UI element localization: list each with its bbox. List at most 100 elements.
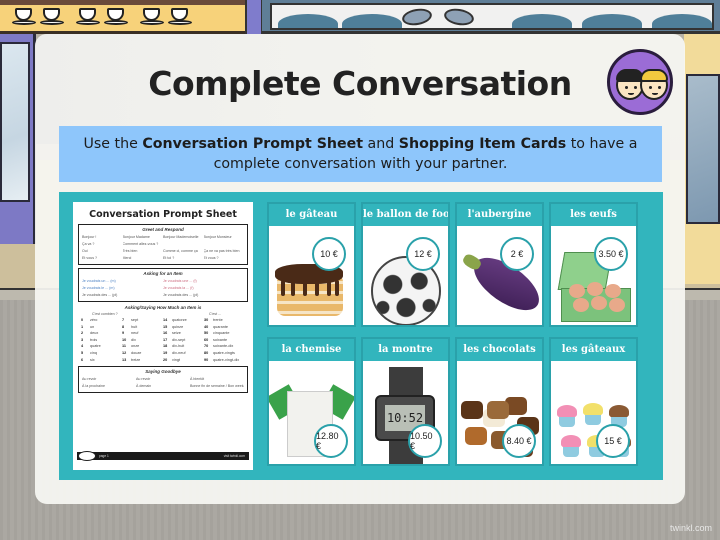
greet-section: Greet and Respond Bonjour ! Bonjour Madam… (78, 224, 248, 265)
teacup-icon (168, 6, 192, 25)
child-face-icon (640, 69, 668, 100)
wave-icon (512, 14, 572, 28)
number-word: 80 quatre-vingts (204, 350, 235, 355)
cake-image (269, 226, 354, 325)
price-tag: 2 € (500, 237, 534, 271)
asking-section: Asking for an Item Je voudrais un ... (m… (78, 268, 248, 302)
aubergine-image (457, 226, 542, 325)
number-word: 1 un (81, 324, 95, 329)
shopping-item-card[interactable]: les gâteaux 15 € (549, 337, 638, 466)
wave-icon (652, 14, 712, 28)
price-tag: 3.50 € (594, 237, 628, 271)
prompt-phrase: Je voudrais le ... (m) (82, 286, 115, 290)
shopping-item-card[interactable]: la chemise 12.80 € (267, 337, 356, 466)
goodbye-section: Saying Goodbye Au revoir Au revoir À bient… (78, 366, 248, 394)
prompt-phrase: Ça ne va pas très bien (203, 249, 240, 253)
number-word: 18 dix-huit (163, 344, 185, 349)
number-word: 40 quarante (204, 324, 228, 329)
price-tag: 10 € (312, 237, 346, 271)
prompt-phrase: Je voudrais un ... (m) (82, 279, 116, 283)
price-tag: 8.40 € (502, 424, 536, 458)
prompt-row: Je voudrais des ... (pl) Je voudrais des … (82, 292, 244, 299)
wave-icon (582, 14, 642, 28)
item-name: le gâteau (269, 204, 354, 226)
numbers-grid: 0 zéro 7 sept 14 quatorze 30 trente 1 un 8 huit 15 qu… (78, 317, 248, 363)
number-word: 10 dix (122, 337, 136, 342)
number-word: 12 douze (122, 350, 142, 355)
prompt-phrase: Bonjour Madame (122, 235, 150, 239)
number-word: 13 treize (122, 357, 141, 362)
number-word: 50 cinquante (204, 331, 230, 336)
prompt-row: Au revoir Au revoir À bientôt (82, 376, 244, 383)
prompt-phrase: À la prochaine (82, 384, 105, 389)
wave-icon (342, 14, 402, 28)
prompt-phrase: Comment allez-vous ? (122, 242, 159, 246)
number-word: 20 vingt (163, 357, 181, 362)
prompt-phrase: Bonne fin de semaine / Bon week-end (190, 384, 244, 389)
number-word: 6 six (81, 357, 95, 362)
prompt-phrase (204, 241, 245, 248)
shopping-item-card[interactable]: les chocolats 8.40 € (455, 337, 544, 466)
number-word: 9 neuf (122, 331, 139, 336)
fish-icon (442, 6, 476, 28)
prompt-row: Bonjour ! Bonjour Madame Bonjour Mademoise… (82, 234, 244, 241)
number-word: 0 zéro (81, 318, 98, 322)
prompt-phrase: Très bien (122, 249, 138, 253)
number-word: 19 dix-neuf (163, 350, 186, 355)
instruction-text: Use the Conversation Prompt Sheet and Sh… (83, 136, 638, 172)
teacup-icon (40, 6, 64, 25)
item-name: la montre (363, 339, 448, 361)
prompt-phrase: Ça va ? (82, 242, 95, 246)
number-word: 14 quatorze (163, 318, 187, 322)
slide-panel: Complete Conversation Use the Conversati… (35, 34, 685, 504)
slide-title: Complete Conversation (148, 64, 572, 103)
shopping-item-card[interactable]: la montre 10:52 10.50 € (361, 337, 450, 466)
prompt-phrase (163, 241, 204, 248)
fish-sign-band (270, 3, 714, 30)
prompt-row: Je voudrais un ... (m) Je voudrais une ..… (82, 278, 244, 285)
item-name: les gâteaux (551, 339, 636, 361)
prompt-phrase: À demain (136, 384, 152, 389)
prompt-phrase: Je voudrais des ... (pl) (82, 293, 118, 297)
item-name: l'aubergine (457, 204, 542, 226)
price-tag: 12 € (406, 237, 440, 271)
cafe-sign (0, 0, 252, 34)
teacup-icon (140, 6, 164, 25)
teacup-icon (76, 6, 100, 25)
number-word: 15 quinze (163, 324, 184, 329)
prompt-phrase: Au revoir (82, 377, 97, 382)
number-word: 4 quatre (81, 344, 101, 349)
number-word: 3 trois (81, 337, 98, 342)
prompt-row: Je voudrais le ... (m) Je voudrais la ...… (82, 285, 244, 292)
prompt-phrase: Au revoir (136, 377, 151, 382)
shopping-item-card[interactable]: les œufs 3.50 € (549, 202, 638, 327)
number-word: 11 onze (122, 344, 140, 349)
price-tag: 15 € (596, 424, 630, 458)
number-word: 8 huit (122, 324, 138, 329)
shopping-item-cards: le gâteau 10 € le ballon de foot 12 € l'aube… (267, 202, 655, 470)
prompt-phrase: Et toi ? (163, 256, 175, 260)
prompt-sheet-title: Conversation Prompt Sheet (89, 209, 237, 220)
teacup-icon (12, 6, 36, 25)
fish-icon (400, 6, 434, 28)
shop-window-right (684, 34, 720, 284)
shopping-item-card[interactable]: le ballon de foot 12 € (361, 202, 450, 327)
shopping-item-card[interactable]: l'aubergine 2 € (455, 202, 544, 327)
shopping-item-card[interactable]: le gâteau 10 € (267, 202, 356, 327)
prompt-sheet-footer: page 1 visit twinkl.com (77, 451, 249, 461)
wave-icon (278, 14, 338, 28)
prompt-phrase: Comme ci, comme ça (163, 249, 198, 253)
prompt-phrase: Je voudrais une ... (f) (163, 279, 197, 283)
number-word: 17 dix-sept (163, 337, 186, 342)
conversation-prompt-sheet[interactable]: Conversation Prompt Sheet Greet and Resp… (73, 202, 253, 470)
prompt-phrase: Bonjour ! (82, 235, 97, 239)
number-word: 70 soixante-dix (204, 344, 234, 349)
prompt-row: Ça va ? Comment allez-vous ? (82, 241, 244, 248)
number-word: 5 cinq (81, 350, 97, 355)
partner-work-icon (607, 49, 673, 115)
prompt-phrase: Bonjour Monsieur (203, 235, 232, 239)
number-word: 30 trente (204, 318, 223, 322)
instruction-box: Use the Conversation Prompt Sheet and Sh… (59, 126, 662, 182)
teacup-icon (104, 6, 128, 25)
prompt-phrase: Je voudrais la ... (f) (163, 286, 194, 290)
